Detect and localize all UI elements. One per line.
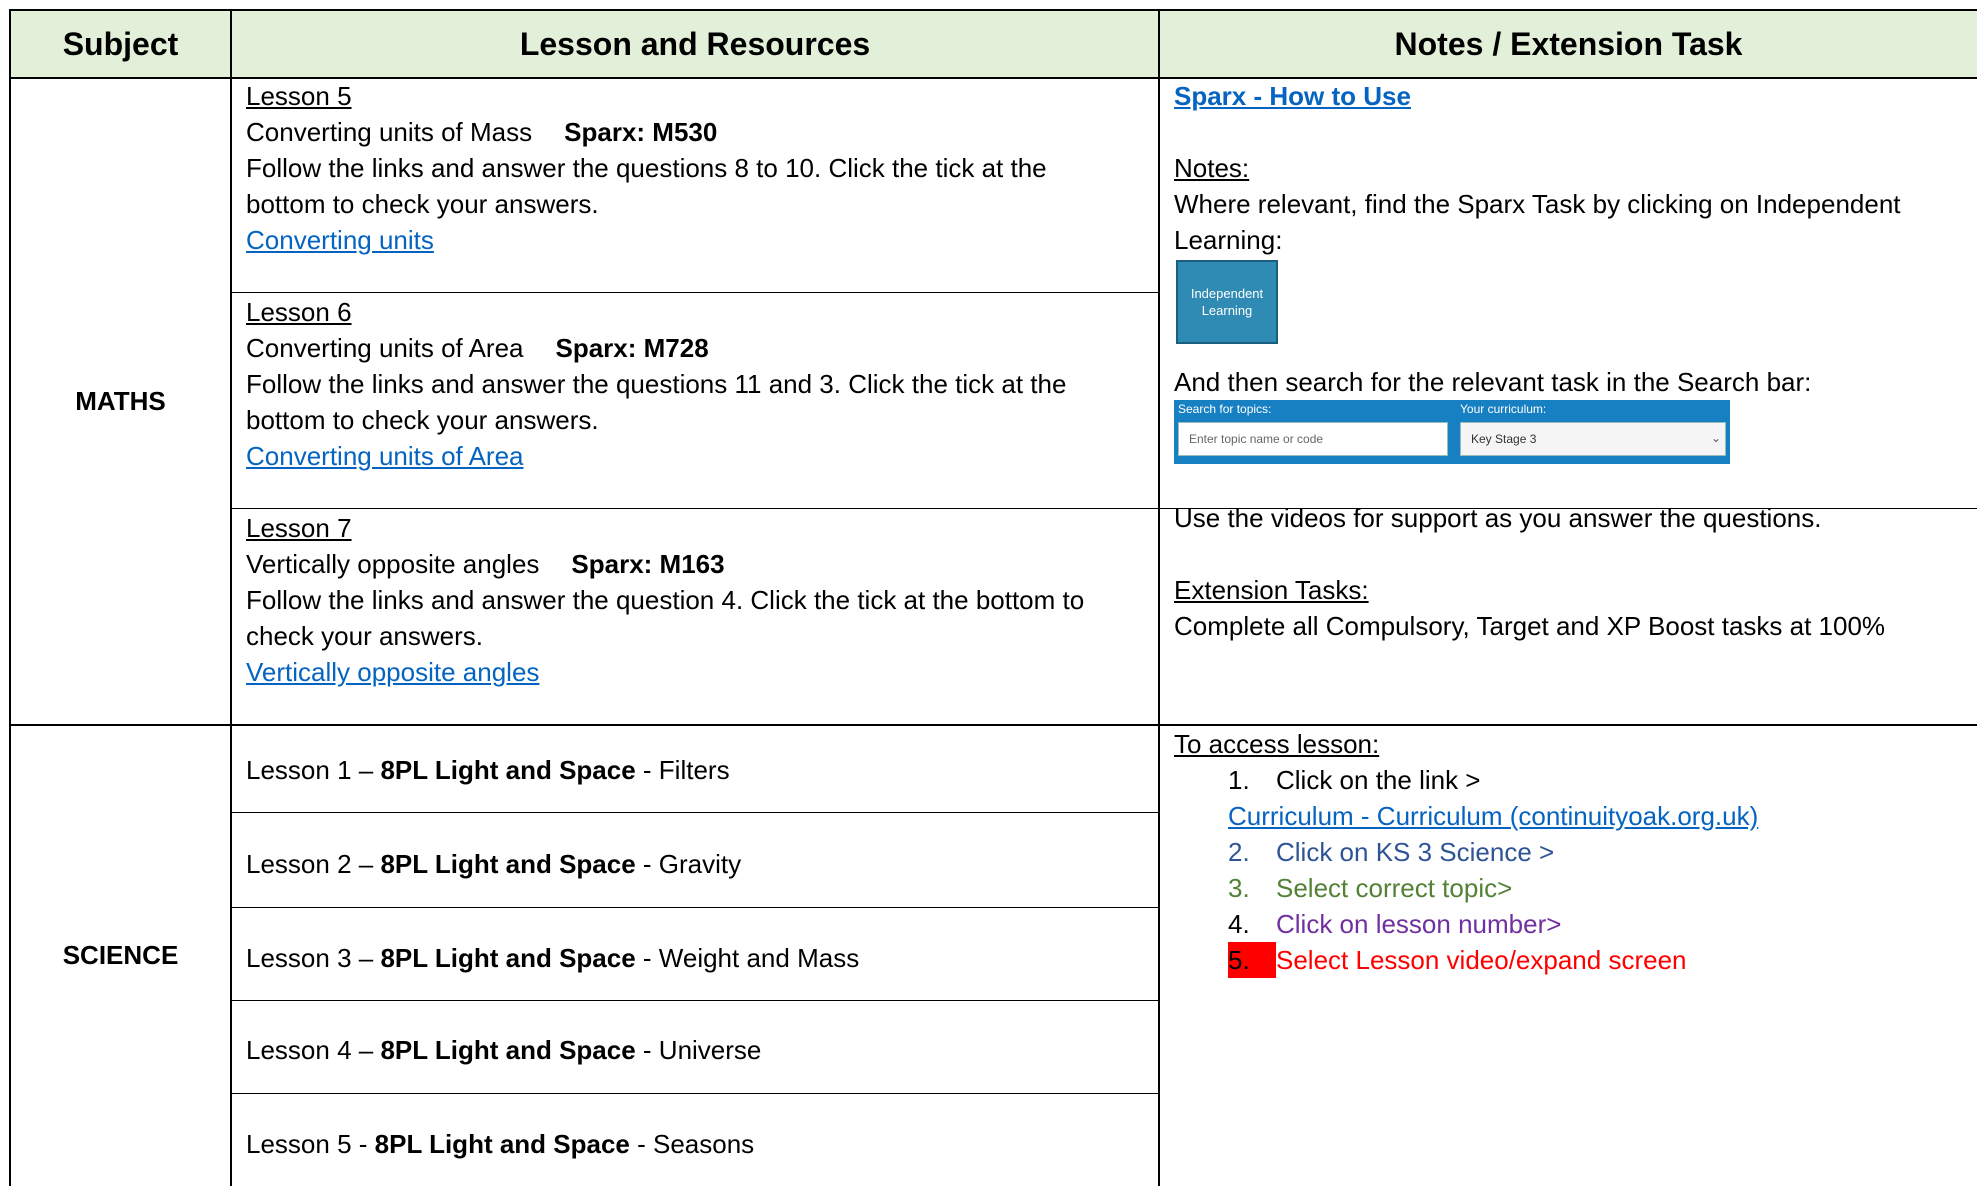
science-lesson-1: Lesson 1 – 8PL Light and Space - Filters	[246, 752, 730, 788]
lesson-prefix: Lesson 2 –	[246, 849, 381, 879]
independent-learning-button-image: Independent Learning	[1176, 260, 1278, 344]
lesson-instruction: bottom to check your answers.	[246, 405, 599, 435]
independent-learning-label: Independent Learning	[1190, 286, 1264, 318]
lesson-instruction: check your answers.	[246, 621, 483, 651]
step-4: 4. Click on lesson number>	[1228, 906, 1561, 942]
maths-lesson-5: Lesson 5 Converting units of Mass Sparx: …	[246, 78, 1156, 258]
extension-heading: Extension Tasks:	[1174, 575, 1369, 605]
extension-text: Complete all Compulsory, Target and XP B…	[1174, 611, 1886, 641]
sparx-search-bar-image: Search for topics: Your curriculum: Ente…	[1174, 400, 1730, 464]
maths-lesson-divider	[231, 292, 1159, 293]
step-5: 5. Select Lesson video/expand screen	[1228, 942, 1687, 978]
step-3: 3. Select correct topic>	[1228, 870, 1512, 906]
science-lesson-4: Lesson 4 – 8PL Light and Space - Univers…	[246, 1032, 761, 1068]
lesson-topic: Vertically opposite angles	[246, 549, 540, 579]
lesson-prefix: Lesson 4 –	[246, 1035, 381, 1065]
lesson-suffix: - Filters	[635, 755, 730, 785]
lesson-unit: 8PL Light and Space	[374, 1129, 630, 1159]
lesson-title: Lesson 6	[246, 297, 352, 327]
sparx-code: Sparx: M728	[555, 333, 709, 363]
sparx-how-to-use-link[interactable]: Sparx - How to Use	[1174, 81, 1411, 111]
lesson-prefix: Lesson 5 -	[246, 1129, 375, 1159]
science-lesson-divider	[231, 907, 1159, 908]
lesson-topic-line: Converting units of Mass Sparx: M530	[246, 114, 1156, 150]
lesson-topic: Converting units of Mass	[246, 117, 533, 147]
lesson-unit: 8PL Light and Space	[380, 849, 636, 879]
step-number: 1.	[1228, 765, 1250, 795]
science-lesson-divider	[231, 1000, 1159, 1001]
search-topics-label: Search for topics:	[1178, 402, 1272, 416]
maths-lesson-7: Lesson 7 Vertically opposite angles Sparx…	[246, 510, 1156, 690]
science-lesson-divider	[231, 812, 1159, 813]
notes-heading: Notes:	[1174, 153, 1250, 183]
table-border-col1	[230, 9, 232, 1186]
lesson-instruction: bottom to check your answers.	[246, 189, 599, 219]
step-number: 5.	[1228, 942, 1276, 978]
science-lesson-2: Lesson 2 – 8PL Light and Space - Gravity	[246, 846, 741, 882]
lesson-prefix: Lesson 3 –	[246, 943, 381, 973]
lesson-suffix: - Seasons	[629, 1129, 755, 1159]
step-number: 3.	[1228, 873, 1250, 903]
science-lesson-3: Lesson 3 – 8PL Light and Space - Weight …	[246, 940, 859, 976]
step-2: 2. Click on KS 3 Science >	[1228, 834, 1554, 870]
lesson-topic-line: Converting units of Area Sparx: M728	[246, 330, 1156, 366]
lesson-instruction: Follow the links and answer the question…	[246, 585, 1085, 615]
step-number: 2.	[1228, 837, 1250, 867]
table-border-left	[9, 9, 11, 1186]
lesson-topic-line: Vertically opposite angles Sparx: M163	[246, 546, 1156, 582]
table-border-col2	[1158, 9, 1160, 1186]
lesson-title: Lesson 7	[246, 513, 352, 543]
lesson-suffix: - Universe	[635, 1035, 762, 1065]
chevron-down-icon: ⌄	[1710, 431, 1721, 445]
lesson-title: Lesson 5	[246, 81, 352, 111]
lesson-suffix: - Weight and Mass	[635, 943, 860, 973]
search-instruction: And then search for the relevant task in…	[1174, 367, 1812, 397]
header-subject: Subject	[62, 26, 179, 62]
step-text: Click on KS 3 Science >	[1276, 837, 1555, 867]
notes-text: Where relevant, find the Sparx Task by c…	[1174, 189, 1901, 219]
document-page: Subject Lesson and Resources Notes / Ext…	[0, 0, 1977, 1186]
access-heading: To access lesson:	[1174, 729, 1380, 759]
lesson-link-vertically-opposite-angles[interactable]: Vertically opposite angles	[246, 657, 539, 687]
step-text: Select correct topic>	[1276, 873, 1513, 903]
step-link-line: Curriculum - Curriculum (continuityoak.o…	[1228, 798, 1758, 834]
lesson-link-converting-units[interactable]: Converting units	[246, 225, 434, 255]
science-lesson-divider	[231, 1093, 1159, 1094]
sparx-code: Sparx: M163	[571, 549, 725, 579]
lesson-unit: 8PL Light and Space	[380, 755, 636, 785]
step-text: Select Lesson video/expand screen	[1276, 945, 1687, 975]
curriculum-value: Key Stage 3	[1471, 432, 1537, 446]
header-notes-extension: Notes / Extension Task	[1394, 26, 1743, 62]
header-lesson-resources: Lesson and Resources	[519, 26, 871, 62]
lesson-unit: 8PL Light and Space	[380, 943, 636, 973]
subject-science: SCIENCE	[62, 940, 179, 970]
lesson-instruction: Follow the links and answer the question…	[246, 153, 1047, 183]
lesson-unit: 8PL Light and Space	[380, 1035, 636, 1065]
maths-lesson-6: Lesson 6 Converting units of Area Sparx: …	[246, 294, 1156, 474]
curriculum-link[interactable]: Curriculum - Curriculum (continuityoak.o…	[1228, 801, 1758, 831]
subject-maths: MATHS	[75, 386, 166, 416]
step-text: Click on the link >	[1276, 765, 1481, 795]
maths-notes: Sparx - How to Use Notes: Where relevant…	[1174, 78, 1964, 258]
lesson-instruction: Follow the links and answer the question…	[246, 369, 1067, 399]
step-text: Click on lesson number>	[1276, 909, 1562, 939]
step-1: 1. Click on the link >	[1228, 762, 1480, 798]
notes-text: Learning:	[1174, 225, 1283, 255]
videos-note: Use the videos for support as you answer…	[1174, 503, 1822, 533]
search-topics-input: Enter topic name or code	[1178, 422, 1448, 456]
curriculum-label: Your curriculum:	[1460, 402, 1547, 416]
science-lesson-5: Lesson 5 - 8PL Light and Space - Seasons	[246, 1126, 754, 1162]
lesson-prefix: Lesson 1 –	[246, 755, 381, 785]
step-number: 4.	[1228, 909, 1250, 939]
sparx-code: Sparx: M530	[564, 117, 718, 147]
lesson-suffix: - Gravity	[635, 849, 742, 879]
lesson-topic: Converting units of Area	[246, 333, 524, 363]
curriculum-select: Key Stage 3 ⌄	[1460, 422, 1726, 456]
maths-lesson-divider	[231, 508, 1159, 509]
lesson-link-converting-units-area[interactable]: Converting units of Area	[246, 441, 524, 471]
